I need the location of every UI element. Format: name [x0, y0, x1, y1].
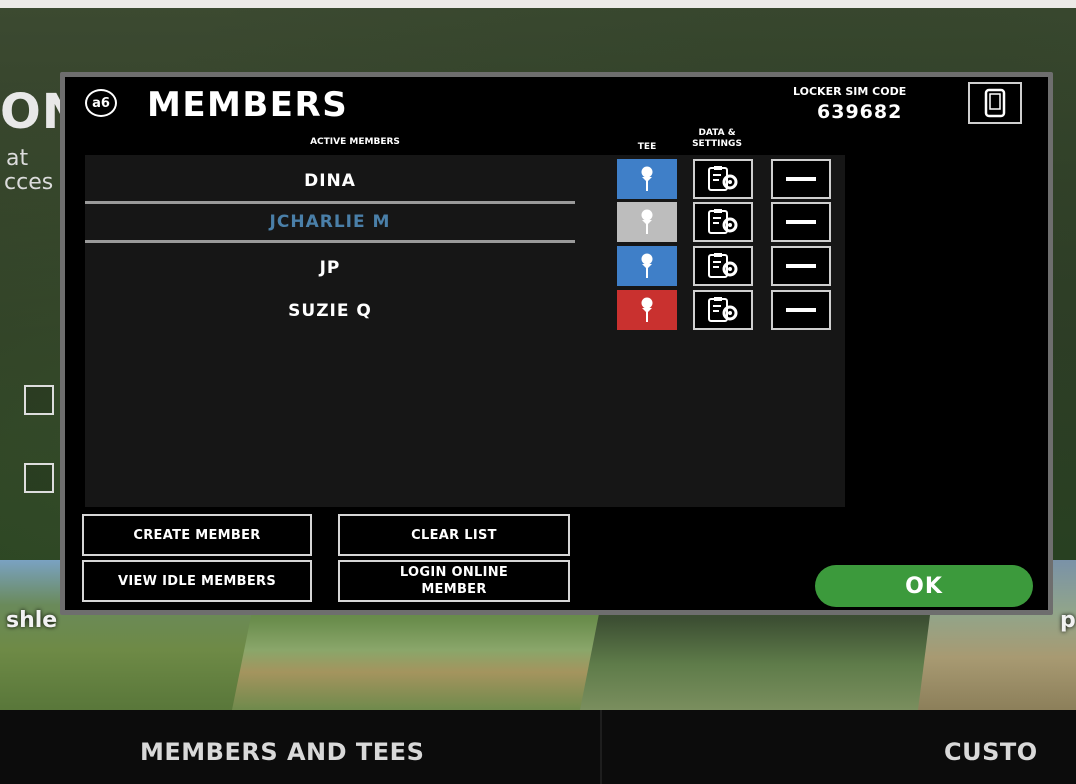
remove-member-button[interactable]	[771, 246, 831, 286]
remove-member-button[interactable]	[771, 159, 831, 199]
clipboard-gear-icon	[708, 253, 738, 278]
create-member-button[interactable]: CREATE MEMBER	[82, 514, 312, 556]
golf-tee-icon	[641, 297, 653, 322]
member-name: JCHARLIE M	[269, 212, 391, 232]
tee-button[interactable]	[617, 246, 677, 286]
clear-list-button[interactable]: CLEAR LIST	[338, 514, 570, 556]
button-label-line: LOGIN ONLINE	[399, 565, 509, 580]
clipboard-gear-icon	[708, 297, 738, 322]
tab-custom[interactable]: CUSTO	[944, 738, 1038, 766]
member-row-jp[interactable]: JP	[85, 250, 575, 286]
login-online-member-button[interactable]: LOGIN ONLINE MEMBER	[338, 560, 570, 602]
remove-member-button[interactable]	[771, 202, 831, 242]
data-settings-header-line: DATA &	[698, 128, 736, 138]
data-settings-header-line: SETTINGS	[692, 139, 742, 149]
locker-sim-code: 639682	[817, 101, 903, 123]
button-label-line: MEMBER	[421, 582, 487, 597]
bottom-tab-bar: MEMBERS AND TEES CUSTO	[0, 710, 1076, 784]
view-idle-members-button[interactable]: VIEW IDLE MEMBERS	[82, 560, 312, 602]
tab-members-and-tees[interactable]: MEMBERS AND TEES	[140, 738, 424, 766]
data-settings-button[interactable]	[693, 290, 753, 330]
tab-divider	[600, 710, 602, 784]
background-checkbox[interactable]	[24, 463, 54, 493]
golf-tee-icon	[641, 209, 653, 234]
phone-icon	[984, 88, 1006, 118]
data-settings-button[interactable]	[693, 202, 753, 242]
member-row-suzie-q[interactable]: SUZIE Q	[85, 293, 575, 329]
tee-header: TEE	[637, 142, 657, 152]
tee-button[interactable]	[617, 202, 677, 242]
mobile-device-button[interactable]	[968, 82, 1022, 124]
app-logo: a6	[85, 89, 117, 117]
golf-tee-icon	[641, 253, 653, 278]
tee-button[interactable]	[617, 290, 677, 330]
data-settings-button[interactable]	[693, 159, 753, 199]
golf-tee-icon	[641, 166, 653, 191]
tee-button[interactable]	[617, 159, 677, 199]
course-label: shle	[6, 608, 58, 633]
data-settings-button[interactable]	[693, 246, 753, 286]
locker-sim-code-label: LOCKER SIM CODE	[793, 85, 907, 98]
active-members-header: ACTIVE MEMBERS	[310, 137, 400, 147]
minus-icon	[786, 264, 816, 268]
course-label: p	[1060, 608, 1076, 633]
member-name: DINA	[304, 171, 356, 191]
remove-member-button[interactable]	[771, 290, 831, 330]
member-row-jcharlie-m[interactable]: JCHARLIE M	[85, 201, 575, 243]
clipboard-gear-icon	[708, 209, 738, 234]
member-name: JP	[319, 258, 341, 278]
background-text-line: at	[6, 146, 29, 171]
data-settings-header: DATA & SETTINGS	[687, 128, 747, 150]
member-row-dina[interactable]: DINA	[85, 163, 575, 199]
dialog-title: MEMBERS	[147, 85, 349, 125]
minus-icon	[786, 308, 816, 312]
members-dialog: a6 MEMBERS LOCKER SIM CODE 639682 ACTIVE…	[60, 72, 1053, 615]
clipboard-gear-icon	[708, 166, 738, 191]
member-name: SUZIE Q	[288, 301, 372, 321]
minus-icon	[786, 220, 816, 224]
minus-icon	[786, 177, 816, 181]
background-checkbox[interactable]	[24, 385, 54, 415]
background-text-line: cces	[4, 170, 54, 195]
top-frame	[0, 0, 1076, 8]
ok-button[interactable]: OK	[815, 565, 1033, 607]
